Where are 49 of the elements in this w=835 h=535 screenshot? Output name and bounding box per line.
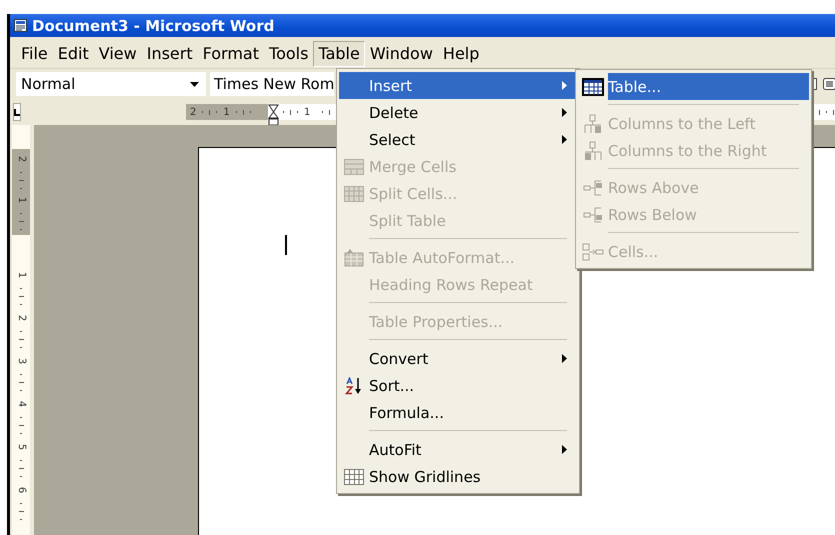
insert-row-icon <box>583 178 603 196</box>
insert-cells-icon <box>582 242 604 260</box>
menu-bar-item[interactable]: Tools <box>264 41 314 67</box>
insert-column-icon <box>583 114 603 134</box>
menu-item[interactable]: Delete <box>339 99 577 126</box>
menu-bar-item[interactable]: Edit <box>52 41 94 67</box>
menu-item[interactable]: Insert <box>339 72 577 99</box>
menu-item[interactable]: Formula... <box>339 399 577 426</box>
ruler-number: 2 <box>190 106 196 118</box>
sort-icon <box>344 376 364 394</box>
menu-bar-item[interactable]: Table <box>313 41 365 67</box>
ruler-number: 5 <box>15 444 27 450</box>
menu-bar-item[interactable]: File <box>16 41 53 67</box>
font-dropdown[interactable]: Times New Rom <box>210 72 334 96</box>
ruler-number: 1 <box>15 272 27 278</box>
menu-item[interactable]: Convert <box>339 345 577 372</box>
merge-cells-icon <box>344 158 364 174</box>
split-cells-icon <box>344 186 364 202</box>
insert-row-icon <box>583 206 603 224</box>
style-dropdown[interactable]: Normal <box>16 72 206 96</box>
ruler-number: 6 <box>15 486 27 494</box>
menu-item[interactable]: AutoFit <box>339 436 577 463</box>
ruler-number: 2 <box>15 156 27 162</box>
window-title: Document3 - Microsoft Word <box>32 16 274 34</box>
gridlines-icon <box>344 468 364 484</box>
table-format-icon <box>344 248 364 266</box>
ruler-number: 1 <box>15 196 27 204</box>
menu-bar-item[interactable]: Format <box>198 41 264 67</box>
align-icon[interactable] <box>823 77 835 91</box>
ruler-number: 3 <box>15 358 27 364</box>
document-icon <box>14 19 27 32</box>
menu-item[interactable]: Show Gridlines <box>339 463 577 490</box>
menu-item[interactable]: Sort... <box>339 372 577 399</box>
menu-bar-item[interactable]: View <box>94 41 142 67</box>
ruler-number: 1 <box>304 106 310 118</box>
ruler-number: 1 <box>223 106 230 118</box>
indent-marker-icon[interactable] <box>268 104 279 126</box>
menu-bar-item[interactable]: Window <box>364 41 438 67</box>
ruler-number: 2 <box>15 314 27 322</box>
table-icon <box>582 78 604 96</box>
tab-stop-button[interactable] <box>13 103 21 121</box>
menu-bar-item[interactable]: Help <box>438 41 484 67</box>
menu-bar-item[interactable]: Insert <box>142 41 198 67</box>
dropdown-caret-icon <box>190 82 199 86</box>
text-cursor <box>285 235 287 255</box>
ruler-number: 4 <box>15 400 27 408</box>
menu-item[interactable]: Select <box>339 126 577 153</box>
insert-column-icon <box>583 140 603 160</box>
left-tab-icon <box>14 108 20 116</box>
